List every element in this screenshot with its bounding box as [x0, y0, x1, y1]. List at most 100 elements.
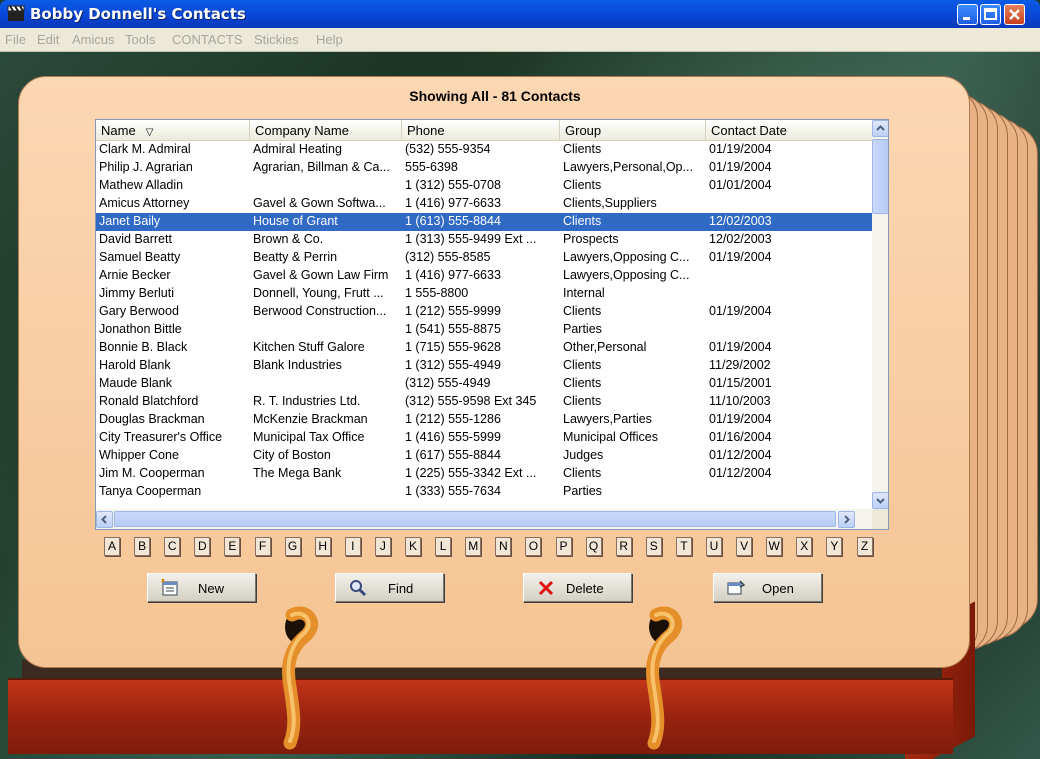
contact-row[interactable]: Samuel Beatty Beatty & Perrin (312) 555-85…: [96, 249, 872, 267]
contact-row[interactable]: Amicus Attorney Gavel & Gown Softwa... 1 (…: [96, 195, 872, 213]
cell-name: Mathew Alladin: [99, 178, 184, 192]
cell-phone: 1 (212) 555-1286: [405, 412, 501, 426]
contact-row[interactable]: Arnie Becker Gavel & Gown Law Firm 1 (416)…: [96, 267, 872, 285]
menu-bar: File Edit Amicus Tools CONTACTS Stickies…: [0, 28, 1040, 52]
letter-button-l[interactable]: L: [435, 537, 452, 556]
cell-group: Internal: [563, 286, 605, 300]
cell-date: 01/19/2004: [709, 160, 772, 174]
menu-tools[interactable]: Tools: [125, 32, 155, 47]
open-button-label: Open: [762, 581, 794, 596]
letter-button-g[interactable]: G: [284, 537, 301, 556]
contact-row[interactable]: Janet Baily House of Grant 1 (613) 555-884…: [96, 213, 872, 231]
contact-row[interactable]: Jimmy Berluti Donnell, Young, Frutt ... 1 …: [96, 285, 872, 303]
column-header-name-label: Name: [101, 123, 136, 138]
letter-button-p[interactable]: P: [555, 537, 572, 556]
delete-button[interactable]: Delete: [523, 573, 632, 602]
letter-button-s[interactable]: S: [645, 537, 662, 556]
letter-button-m[interactable]: M: [465, 537, 482, 556]
contact-row[interactable]: Jonathon Bittle 1 (541) 555-8875 Parties: [96, 321, 872, 339]
letter-button-y[interactable]: Y: [826, 537, 843, 556]
menu-contacts[interactable]: CONTACTS: [172, 32, 243, 47]
contact-row[interactable]: Clark M. Admiral Admiral Heating (532) 555…: [96, 141, 872, 159]
contacts-list[interactable]: Name ▽ Company Name Phone Group Contact D…: [95, 119, 889, 530]
contact-row[interactable]: Whipper Cone City of Boston 1 (617) 555-88…: [96, 447, 872, 465]
letter-button-d[interactable]: D: [194, 537, 211, 556]
letter-button-b[interactable]: B: [134, 537, 151, 556]
minimize-button[interactable]: [957, 4, 978, 25]
letter-button-k[interactable]: K: [405, 537, 421, 556]
menu-stickies[interactable]: Stickies: [254, 32, 299, 47]
find-button[interactable]: Find: [335, 573, 444, 602]
letter-button-u[interactable]: U: [706, 537, 722, 556]
cell-group: Clients: [563, 394, 602, 408]
letter-button-i[interactable]: I: [344, 537, 361, 556]
contact-row[interactable]: Harold Blank Blank Industries 1 (312) 555-…: [96, 357, 872, 375]
close-button[interactable]: [1004, 4, 1025, 25]
letter-button-a[interactable]: A: [104, 537, 120, 556]
cell-company: McKenzie Brackman: [253, 412, 368, 426]
menu-amicus[interactable]: Amicus: [72, 32, 115, 47]
vertical-scroll-thumb[interactable]: [872, 139, 888, 214]
cell-company: House of Grant: [253, 214, 338, 228]
cell-phone: (312) 555-8585: [405, 250, 491, 264]
letter-button-w[interactable]: W: [766, 537, 783, 556]
contact-row[interactable]: Jim M. Cooperman The Mega Bank 1 (225) 555…: [96, 465, 872, 483]
vertical-scrollbar[interactable]: [872, 120, 888, 509]
contact-row[interactable]: David Barrett Brown & Co. 1 (313) 555-9499…: [96, 231, 872, 249]
cell-phone: 1 (212) 555-9999: [405, 304, 501, 318]
contact-row[interactable]: Bonnie B. Black Kitchen Stuff Galore 1 (71…: [96, 339, 872, 357]
contact-row[interactable]: Ronald Blatchford R. T. Industries Ltd. (3…: [96, 393, 872, 411]
scroll-left-button[interactable]: [96, 511, 113, 528]
delete-x-icon: [538, 580, 554, 596]
contact-row[interactable]: City Treasurer's Office Municipal Tax Off…: [96, 429, 872, 447]
menu-file[interactable]: File: [5, 32, 26, 47]
cell-date: 01/16/2004: [709, 430, 772, 444]
scroll-down-button[interactable]: [872, 492, 888, 509]
cell-name: David Barrett: [99, 232, 172, 246]
column-header-name[interactable]: Name ▽: [96, 120, 250, 141]
cell-name: Amicus Attorney: [99, 196, 190, 210]
horizontal-scrollbar[interactable]: [96, 509, 872, 529]
letter-button-n[interactable]: N: [495, 537, 512, 556]
letter-button-f[interactable]: F: [254, 537, 271, 556]
letter-button-x[interactable]: X: [796, 537, 813, 556]
cell-company: Donnell, Young, Frutt ...: [253, 286, 384, 300]
cell-company: Kitchen Stuff Galore: [253, 340, 365, 354]
contact-row[interactable]: Maude Blank (312) 555-4949 Clients 01/15/20…: [96, 375, 872, 393]
new-button[interactable]: New: [147, 573, 256, 602]
contact-row[interactable]: Tanya Cooperman 1 (333) 555-7634 Parties: [96, 483, 872, 501]
cell-name: City Treasurer's Office: [99, 430, 223, 444]
menu-edit[interactable]: Edit: [37, 32, 59, 47]
scroll-right-button[interactable]: [838, 511, 855, 528]
cell-group: Clients: [563, 376, 602, 390]
column-header-phone[interactable]: Phone: [402, 120, 560, 141]
column-header-company[interactable]: Company Name: [250, 120, 402, 141]
scroll-up-button[interactable]: [872, 120, 888, 137]
contact-row[interactable]: Douglas Brackman McKenzie Brackman 1 (212)…: [96, 411, 872, 429]
column-header-group[interactable]: Group: [560, 120, 706, 141]
maximize-button[interactable]: [980, 4, 1001, 25]
cell-group: Lawyers,Opposing C...: [563, 268, 690, 282]
letter-button-t[interactable]: T: [675, 537, 692, 556]
app-clapboard-icon[interactable]: [7, 5, 25, 22]
letter-button-o[interactable]: O: [525, 537, 542, 556]
letter-button-h[interactable]: H: [314, 537, 331, 556]
letter-button-j[interactable]: J: [374, 537, 391, 556]
contact-row[interactable]: Philip J. Agrarian Agrarian, Billman & Ca…: [96, 159, 872, 177]
column-header-contact-date[interactable]: Contact Date: [706, 120, 872, 141]
letter-button-e[interactable]: E: [224, 537, 241, 556]
scrollbar-corner: [872, 509, 888, 529]
cell-phone: 1 (416) 555-5999: [405, 430, 501, 444]
letter-button-c[interactable]: C: [164, 537, 181, 556]
cell-name: Arnie Becker: [99, 268, 171, 282]
menu-help[interactable]: Help: [316, 32, 343, 47]
open-button[interactable]: Open: [713, 573, 822, 602]
letter-button-v[interactable]: V: [736, 537, 753, 556]
letter-button-z[interactable]: Z: [856, 537, 873, 556]
contact-row[interactable]: Gary Berwood Berwood Construction... 1 (21…: [96, 303, 872, 321]
magnifier-icon: [350, 580, 367, 597]
contact-row[interactable]: Mathew Alladin 1 (312) 555-0708 Clients 01/…: [96, 177, 872, 195]
horizontal-scroll-thumb[interactable]: [114, 511, 836, 527]
letter-button-r[interactable]: R: [615, 537, 632, 556]
letter-button-q[interactable]: Q: [585, 537, 602, 556]
